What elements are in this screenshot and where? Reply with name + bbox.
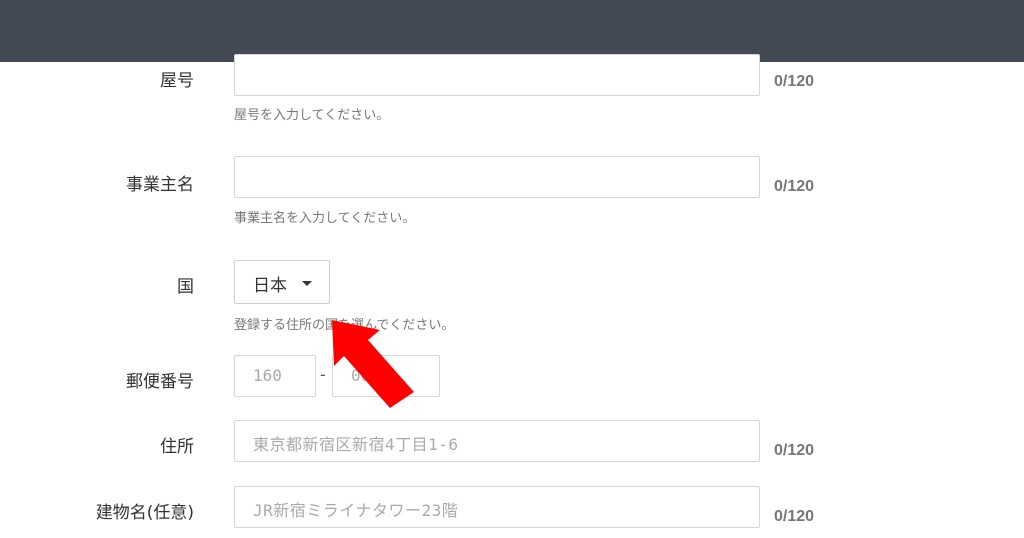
country-selected-value: 日本 [253, 276, 287, 296]
top-header-bar [0, 0, 1024, 62]
owner-name-input[interactable] [234, 156, 760, 198]
postal-code-part1-input[interactable]: 160 [234, 355, 316, 397]
address-placeholder: 東京都新宿区新宿4丁目1-6 [253, 435, 459, 454]
building-label: 建物名(任意) [95, 503, 194, 523]
building-input[interactable]: JR新宿ミライナタワー23階 [234, 486, 760, 528]
shop-name-counter: 0/120 [774, 73, 815, 90]
shop-name-help: 屋号を入力してください。 [234, 108, 390, 123]
address-counter: 0/120 [774, 442, 815, 459]
postal-code-part1-placeholder: 160 [253, 366, 282, 385]
owner-name-help: 事業主名を入力してください。 [234, 211, 416, 226]
country-label: 国 [177, 277, 194, 297]
shop-name-label: 屋号 [160, 71, 194, 91]
address-input[interactable]: 東京都新宿区新宿4丁目1-6 [234, 420, 760, 462]
caret-down-icon [302, 281, 312, 286]
country-select[interactable]: 日本 [234, 260, 330, 304]
owner-name-counter: 0/120 [774, 178, 815, 195]
address-label: 住所 [160, 437, 194, 457]
postal-code-label: 郵便番号 [126, 372, 194, 392]
building-counter: 0/120 [774, 508, 815, 525]
owner-name-label: 事業主名 [126, 175, 194, 195]
red-arrow-icon [332, 320, 414, 408]
shop-name-input[interactable] [234, 54, 760, 96]
building-placeholder: JR新宿ミライナタワー23階 [253, 501, 459, 520]
